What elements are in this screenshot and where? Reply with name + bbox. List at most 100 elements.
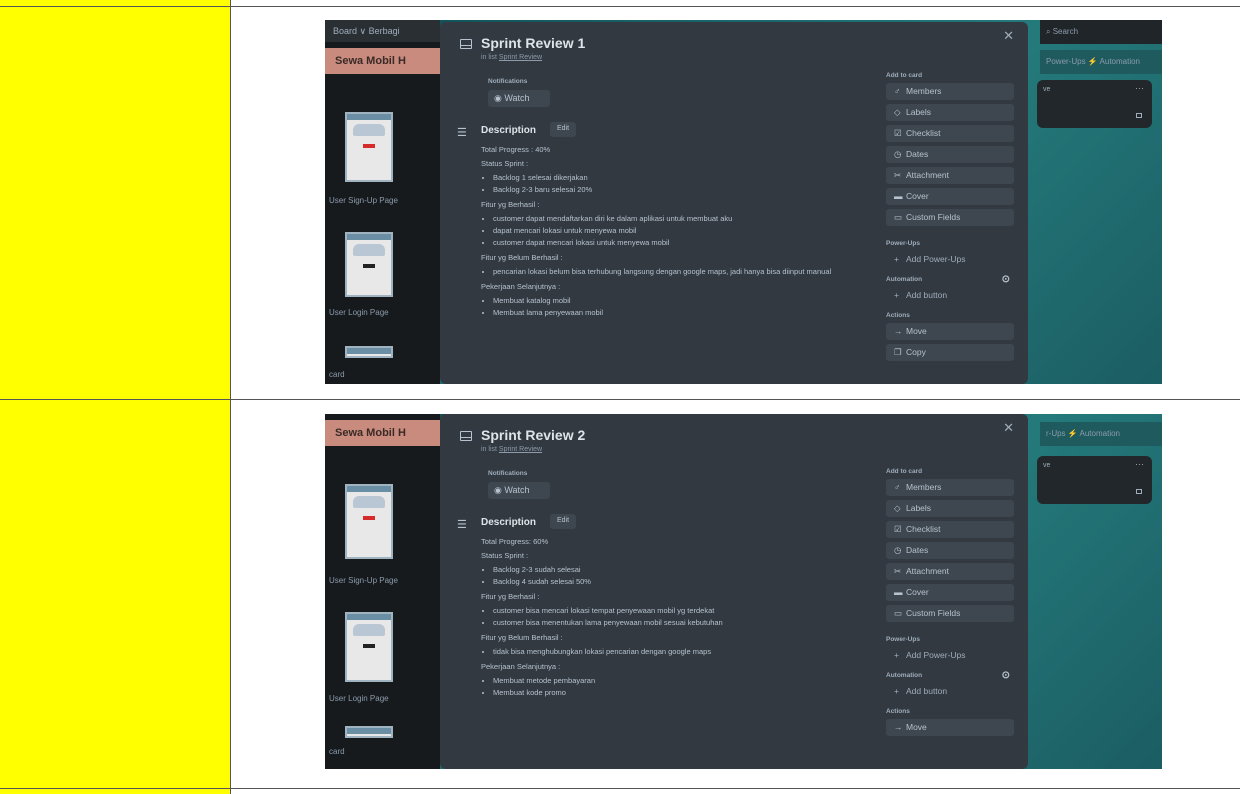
move-button[interactable]: → Move	[886, 323, 1014, 340]
document-page: Board ∨ Berbagi Sewa Mobil H User Sign-U…	[0, 0, 1240, 794]
labels-button[interactable]: ◇ Labels	[886, 104, 1014, 121]
members-icon: ♂	[894, 482, 901, 492]
close-icon[interactable]: ✕	[1003, 28, 1014, 44]
board-toolbar[interactable]: r-Ups ⚡ Automation	[1040, 422, 1162, 446]
card-title[interactable]: Sprint Review 1	[481, 35, 585, 51]
card-thumbnail[interactable]	[345, 484, 393, 559]
dates-button[interactable]: ◷ Dates	[886, 542, 1014, 559]
card-modal: ✕ Sprint Review 1 in list Sprint Review …	[440, 22, 1028, 384]
watch-button[interactable]: ◉ Watch	[488, 90, 550, 107]
car-image	[353, 496, 385, 508]
list-link[interactable]: Sprint Review	[499, 446, 542, 453]
description-paragraph: Status Sprint :	[481, 159, 529, 168]
card-icon	[460, 431, 472, 441]
board-toolbar[interactable]: Power-Ups ⚡ Automation	[1040, 50, 1162, 74]
board-title[interactable]: Sewa Mobil H	[325, 48, 440, 74]
actions-list: → Move ❐ Copy	[886, 323, 1014, 361]
attachment-button[interactable]: ✂ Attachment	[886, 563, 1014, 580]
card-thumbnail[interactable]	[345, 346, 393, 358]
table-border-top	[0, 6, 1240, 7]
move-button[interactable]: → Move	[886, 719, 1014, 736]
close-icon[interactable]: ✕	[1003, 420, 1014, 436]
description-list: customer bisa mencari lokasi tempat peny…	[493, 605, 871, 628]
members-button[interactable]: ♂ Members	[886, 83, 1014, 100]
list-card[interactable]: ve ···	[1037, 80, 1152, 128]
description-body[interactable]: Total Progress : 40% Status Sprint : Backl…	[481, 144, 871, 322]
card-thumbnail[interactable]	[345, 112, 393, 182]
board-header[interactable]: Board ∨ Berbagi	[325, 20, 440, 42]
description-list-item: Membuat kode promo	[493, 687, 871, 698]
add-powerups-label: Add Power-Ups	[906, 254, 966, 264]
card-label[interactable]: User Login Page	[329, 308, 389, 317]
card-thumbnail[interactable]	[345, 726, 393, 738]
description-list-item: customer bisa mencari lokasi tempat peny…	[493, 605, 871, 616]
watch-label: Watch	[504, 485, 530, 495]
info-icon[interactable]: ⊙	[1002, 274, 1010, 285]
members-icon: ♂	[894, 86, 901, 96]
info-icon[interactable]: ⊙	[1002, 670, 1010, 681]
watch-button[interactable]: ◉ Watch	[488, 482, 550, 499]
card-label[interactable]: User Sign-Up Page	[329, 196, 398, 205]
card-label[interactable]: card	[329, 370, 345, 379]
checklist-button[interactable]: ☑ Checklist	[886, 521, 1014, 538]
dates-button[interactable]: ◷ Dates	[886, 146, 1014, 163]
description-list-item: Backlog 1 selesai dikerjakan	[493, 172, 871, 183]
edit-button[interactable]: Edit	[550, 122, 577, 137]
add-powerups-button[interactable]: + Add Power-Ups	[886, 647, 1014, 664]
cover-button[interactable]: ▬ Cover	[886, 188, 1014, 205]
description-list: Backlog 1 selesai dikerjakanBacklog 2-3 …	[493, 172, 871, 195]
add-powerups-button[interactable]: + Add Power-Ups	[886, 251, 1014, 268]
list-card[interactable]: ve ···	[1037, 456, 1152, 504]
description-list-item: Backlog 2-3 baru selesai 20%	[493, 184, 871, 195]
add-to-card-label: Add to card	[886, 468, 923, 475]
in-list: in list Sprint Review	[481, 446, 542, 453]
card-label[interactable]: User Login Page	[329, 694, 389, 703]
paperclip-icon: ✂	[894, 566, 902, 576]
cover-button[interactable]: ▬ Cover	[886, 584, 1014, 601]
custom-fields-button[interactable]: ▭ Custom Fields	[886, 605, 1014, 622]
card-modal: ✕ Sprint Review 2 in list Sprint Review …	[440, 414, 1028, 769]
list-link[interactable]: Sprint Review	[499, 54, 542, 61]
description-paragraph: Pekerjaan Selanjutnya :	[481, 662, 561, 671]
description-paragraph: Pekerjaan Selanjutnya :	[481, 282, 561, 291]
checklist-button[interactable]: ☑ Checklist	[886, 125, 1014, 142]
members-button[interactable]: ♂ Members	[886, 479, 1014, 496]
description-list: Membuat metode pembayaranMembuat kode pr…	[493, 675, 871, 698]
card-label[interactable]: card	[329, 747, 345, 756]
card-label[interactable]: User Sign-Up Page	[329, 576, 398, 585]
description-list-item: customer bisa menentukan lama penyewaan …	[493, 617, 871, 628]
more-icon[interactable]: ···	[1135, 83, 1144, 93]
card-thumbnail[interactable]	[345, 232, 393, 297]
table-border-bottom	[0, 788, 1240, 789]
description-list: Backlog 2-3 sudah selesaiBacklog 4 sudah…	[493, 564, 871, 587]
more-icon[interactable]: ···	[1135, 459, 1144, 469]
description-list: customer dapat mendaftarkan diri ke dala…	[493, 213, 871, 248]
custom-fields-button[interactable]: ▭ Custom Fields	[886, 209, 1014, 226]
labels-button[interactable]: ◇ Labels	[886, 500, 1014, 517]
copy-button[interactable]: ❐ Copy	[886, 344, 1014, 361]
search-box[interactable]: ⌕ Search	[1040, 20, 1162, 44]
description-paragraph: Fitur yg Berhasil :	[481, 200, 540, 209]
in-list-prefix: in list	[481, 54, 499, 61]
card-sidebar: Add to card ♂ Members ◇ Labels ☑ Checklist ◷ Da…	[886, 468, 1014, 740]
add-button-button[interactable]: + Add button	[886, 287, 1014, 304]
paperclip-icon: ✂	[894, 170, 902, 180]
button-label: Labels	[906, 107, 932, 117]
list-card-label: ve	[1043, 462, 1051, 469]
description-icon: ☰	[457, 127, 467, 139]
button-label: Attachment	[906, 170, 949, 180]
attachment-button[interactable]: ✂ Attachment	[886, 167, 1014, 184]
add-button-button[interactable]: + Add button	[886, 683, 1014, 700]
eye-icon: ◉	[494, 485, 505, 495]
label-icon: ◇	[894, 503, 901, 513]
add-button-label: Add button	[906, 686, 948, 696]
cover-icon: ▬	[894, 587, 903, 597]
card-title[interactable]: Sprint Review 2	[481, 427, 585, 443]
description-body[interactable]: Total Progress: 60% Status Sprint : Backlo…	[481, 536, 871, 702]
card-thumbnail[interactable]	[345, 612, 393, 682]
board-title[interactable]: Sewa Mobil H	[325, 420, 440, 446]
description-list-item: pencarian lokasi belum bisa terhubung la…	[493, 266, 871, 277]
edit-button[interactable]: Edit	[550, 514, 577, 529]
table-border-column	[230, 0, 231, 794]
table-border-middle	[0, 399, 1240, 400]
